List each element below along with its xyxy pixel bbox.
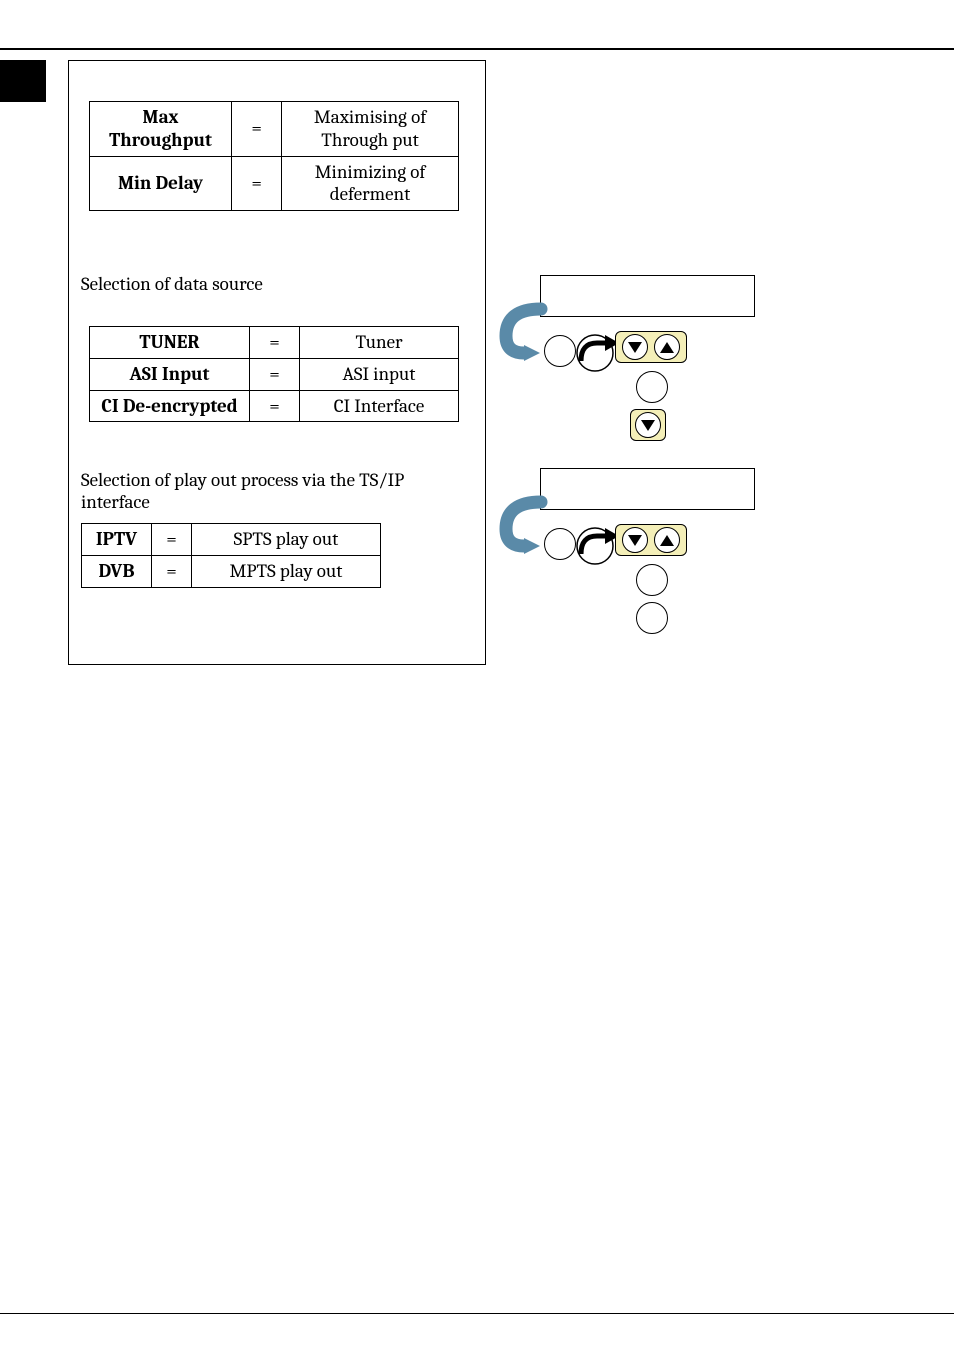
display-box <box>540 468 755 510</box>
table-row: CI De-encrypted = CI Interface <box>90 390 459 422</box>
equals-cell: = <box>232 102 282 157</box>
down-control[interactable] <box>630 409 666 441</box>
section-heading: Selection of data source <box>81 273 263 295</box>
button-placeholder-icon <box>636 564 668 596</box>
side-tab-marker <box>0 60 46 102</box>
table-row: ASI Input = ASI input <box>90 358 459 390</box>
top-rule <box>0 48 954 50</box>
up-button-icon[interactable] <box>654 334 680 360</box>
term-cell: Max Throughput <box>90 102 232 157</box>
button-placeholder-icon <box>544 335 576 367</box>
term-cell: TUNER <box>90 327 250 359</box>
equals-cell: = <box>152 524 192 556</box>
down-button-icon[interactable] <box>622 527 648 553</box>
term-cell: DVB <box>82 555 152 587</box>
def-cell: Tuner <box>300 327 459 359</box>
equals-cell: = <box>250 358 300 390</box>
table-row: DVB = MPTS play out <box>82 555 381 587</box>
def-cell: ASI input <box>300 358 459 390</box>
term-cell: Min Delay <box>90 156 232 211</box>
playout-table: IPTV = SPTS play out DVB = MPTS play out <box>81 523 381 588</box>
throughput-delay-table: Max Throughput = Maximising of Through p… <box>89 101 459 211</box>
down-button-icon[interactable] <box>635 412 661 438</box>
display-box <box>540 275 755 317</box>
table-row: IPTV = SPTS play out <box>82 524 381 556</box>
down-button-icon[interactable] <box>622 334 648 360</box>
up-down-control[interactable] <box>615 331 687 363</box>
button-placeholder-icon <box>636 371 668 403</box>
button-placeholder-icon <box>544 528 576 560</box>
table-row: Max Throughput = Maximising of Through p… <box>90 102 459 157</box>
term-cell: CI De-encrypted <box>90 390 250 422</box>
def-cell: CI Interface <box>300 390 459 422</box>
control-diagram <box>502 468 782 638</box>
up-down-control[interactable] <box>615 524 687 556</box>
button-placeholder-icon <box>636 602 668 634</box>
up-button-icon[interactable] <box>654 527 680 553</box>
bottom-rule <box>0 1313 954 1315</box>
def-cell: SPTS play out <box>192 524 381 556</box>
term-cell: IPTV <box>82 524 152 556</box>
term-cell: ASI Input <box>90 358 250 390</box>
equals-cell: = <box>232 156 282 211</box>
data-source-table: TUNER = Tuner ASI Input = ASI input CI D… <box>89 326 459 422</box>
table-row: Min Delay = Minimizing of deferment <box>90 156 459 211</box>
equals-cell: = <box>152 555 192 587</box>
def-cell: Minimizing of deferment <box>282 156 459 211</box>
def-cell: Maximising of Through put <box>282 102 459 157</box>
equals-cell: = <box>250 327 300 359</box>
table-row: TUNER = Tuner <box>90 327 459 359</box>
equals-cell: = <box>250 390 300 422</box>
section-heading: Selection of play out process via the TS… <box>81 469 471 513</box>
content-frame: Max Throughput = Maximising of Through p… <box>68 60 486 665</box>
def-cell: MPTS play out <box>192 555 381 587</box>
control-diagram <box>502 275 782 445</box>
